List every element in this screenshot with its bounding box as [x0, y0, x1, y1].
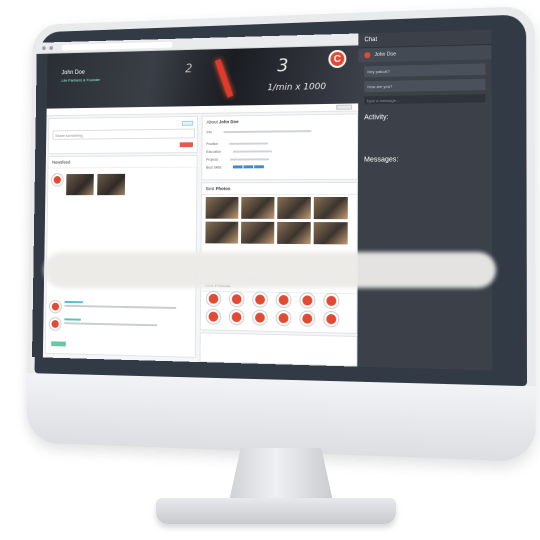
activity-item [364, 141, 485, 147]
about-row: Position [206, 141, 268, 146]
chat-sidebar: Chat John Doe Hey pakcat? How are you? T… [357, 30, 492, 371]
status-card: Share something [48, 116, 198, 154]
avatar[interactable] [277, 311, 291, 325]
about-row: Projects [206, 157, 268, 161]
activity-item [364, 125, 485, 132]
avatar[interactable] [230, 310, 244, 324]
list-item [50, 301, 176, 315]
avatar[interactable] [253, 310, 267, 324]
about-name: John Doe [219, 119, 239, 124]
activity-title: Activity: [358, 106, 492, 123]
avatar[interactable] [52, 174, 63, 186]
brand-logo-icon: C [328, 50, 346, 68]
activity-feed-card [200, 332, 358, 366]
about-card: About John Doe Info Position Education P… [201, 113, 358, 180]
chat-input[interactable]: Type a message... [364, 94, 485, 104]
back-icon[interactable] [42, 46, 46, 50]
photo-thumb[interactable] [241, 222, 274, 244]
activity-item [364, 133, 485, 139]
about-row-label: Info [206, 130, 212, 134]
avatar[interactable] [253, 293, 267, 307]
message-item[interactable] [364, 168, 486, 169]
about-row-label: Projects [206, 158, 218, 162]
status-tag[interactable] [182, 121, 193, 126]
profile-name: John Doe [62, 70, 101, 77]
photo-thumb[interactable] [205, 222, 238, 244]
photo-thumb[interactable] [277, 197, 311, 219]
avatar[interactable] [50, 318, 61, 330]
monitor-stand-base [156, 498, 396, 524]
chat-message: Hey pakcat? [364, 63, 485, 77]
photo-thumb[interactable] [314, 197, 348, 219]
follow-button[interactable] [336, 105, 352, 110]
post-button[interactable] [180, 142, 193, 147]
about-title: About John Doe [203, 114, 358, 127]
chat-user[interactable]: John Doe [358, 45, 491, 62]
screen: 2 3 1/min x 1000 C John Doe Life Partner… [32, 30, 492, 371]
send-button[interactable] [51, 341, 66, 346]
avatar[interactable] [277, 293, 291, 307]
about-row: Info [206, 129, 311, 134]
chat-user-name: John Doe [374, 51, 396, 58]
user-status-icon [364, 52, 370, 58]
list-item [50, 318, 157, 332]
newsfeed-media [52, 174, 125, 195]
message-item[interactable] [364, 168, 486, 169]
about-row-label: Best Skills [206, 166, 221, 170]
monitor-mockup: 2 3 1/min x 1000 C John Doe Life Partner… [0, 0, 540, 540]
messages-title: Messages: [358, 150, 492, 166]
about-row-label: Position [206, 142, 218, 146]
cover-banner: 2 3 1/min x 1000 C John Doe Life Partner… [47, 45, 359, 108]
avatar[interactable] [300, 311, 314, 325]
status-input[interactable]: Share something [52, 129, 195, 140]
friends-grid [207, 292, 345, 327]
newsfeed-title: Newsfeed [48, 156, 196, 169]
address-bar[interactable] [62, 41, 172, 50]
chat-message: How are you? [364, 79, 485, 93]
about-title-prefix: About [206, 119, 217, 124]
avatar[interactable] [207, 310, 221, 324]
forward-icon[interactable] [49, 46, 53, 50]
photos-title-emphasis: Photos [216, 186, 231, 191]
avatar[interactable] [324, 294, 338, 308]
newsfeed-image[interactable] [66, 174, 94, 195]
profile-subtitle: Life Partners & Founder [61, 77, 100, 83]
comment-text [64, 318, 157, 328]
skill-pills [233, 165, 265, 169]
gauge-number: 3 [277, 55, 288, 76]
profile-header: John Doe Life Partners & Founder [61, 70, 100, 83]
redaction-bar [44, 252, 496, 288]
gauge-rpm-label: 1/min x 1000 [267, 82, 326, 93]
photo-thumb[interactable] [314, 222, 348, 244]
photos-title-prefix: Best [206, 186, 215, 191]
newsfeed-image[interactable] [97, 174, 125, 195]
comment-text [65, 301, 177, 311]
photo-thumb[interactable] [241, 197, 274, 219]
photos-title: Best Photos [202, 183, 357, 195]
about-row: Best Skills [206, 165, 265, 169]
photo-grid [205, 197, 347, 244]
photo-thumb[interactable] [277, 222, 311, 244]
avatar[interactable] [230, 292, 244, 306]
about-row-label: Education [206, 150, 221, 154]
about-row: Education [206, 149, 271, 153]
gauge-number: 2 [185, 62, 192, 76]
gauge-needle [215, 59, 233, 98]
avatar[interactable] [300, 293, 314, 307]
avatar[interactable] [324, 312, 338, 326]
avatar[interactable] [207, 292, 221, 306]
photo-thumb[interactable] [206, 197, 239, 219]
avatar[interactable] [50, 301, 61, 313]
